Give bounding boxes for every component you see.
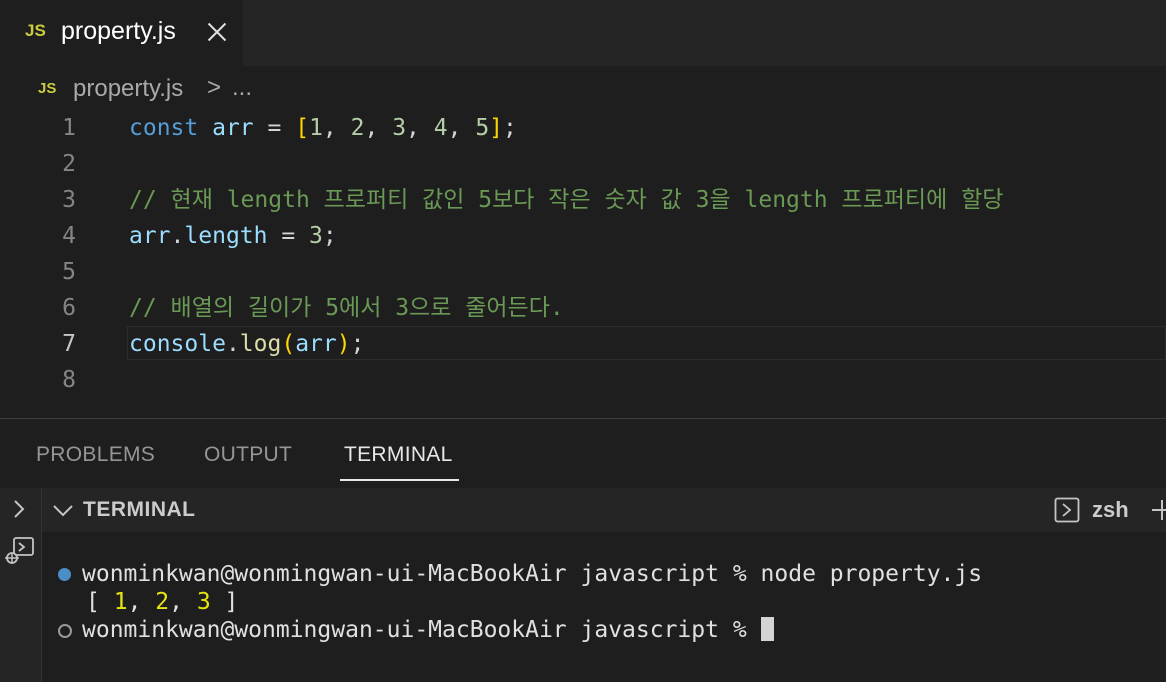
- editor-tab-bar: JS property.js: [0, 0, 1166, 66]
- terminal-cursor: [760, 617, 774, 641]
- terminal-command-line: wonminkwan@wonmingwan-ui-MacBookAir java…: [82, 560, 982, 588]
- code-line: 2: [0, 146, 1166, 182]
- active-tab-indicator: [340, 479, 459, 481]
- js-file-icon: JS: [25, 21, 46, 40]
- command-status-dot[interactable]: [58, 568, 71, 581]
- code-text[interactable]: const arr = [1, 2, 3, 4, 5];: [129, 110, 517, 146]
- terminal-output-line: [ 1, 2, 3 ]: [86, 589, 239, 615]
- command-status-dot-empty: [58, 624, 72, 638]
- chevron-right-icon[interactable]: [8, 498, 30, 520]
- code-line: 8: [0, 362, 1166, 398]
- line-number: 5: [62, 259, 76, 285]
- panel-side-bar: [0, 488, 42, 682]
- line-number: 2: [62, 151, 76, 177]
- tab-label: property.js: [61, 17, 176, 45]
- terminal-command: node property.js: [760, 561, 983, 587]
- code-line-active: 7 console.log(arr);: [0, 326, 1166, 362]
- code-comment[interactable]: // 현재 length 프로퍼티 값인 5보다 작은 숫자 값 3을 leng…: [129, 182, 1003, 218]
- line-number: 1: [62, 115, 76, 141]
- output-value: 2: [155, 589, 170, 615]
- breadcrumb-file[interactable]: property.js: [73, 75, 183, 103]
- terminal-header: TERMINAL zsh: [42, 488, 1166, 532]
- terminal-prompt: wonminkwan@wonmingwan-ui-MacBookAir java…: [82, 561, 747, 587]
- line-number: 3: [62, 187, 76, 213]
- close-icon[interactable]: [204, 19, 230, 45]
- terminal-prompt-line: wonminkwan@wonmingwan-ui-MacBookAir java…: [82, 616, 774, 644]
- terminal-prompt: wonminkwan@wonmingwan-ui-MacBookAir java…: [82, 617, 747, 643]
- panel-tab-bar: PROBLEMS OUTPUT TERMINAL: [0, 419, 1166, 487]
- output-value: 1: [113, 589, 128, 615]
- line-number: 6: [62, 295, 76, 321]
- code-line: 3 // 현재 length 프로퍼티 값인 5보다 작은 숫자 값 3을 le…: [0, 182, 1166, 218]
- tab-terminal[interactable]: TERMINAL: [344, 443, 453, 467]
- debug-icon[interactable]: [2, 536, 36, 566]
- chevron-right-icon: >: [207, 74, 222, 101]
- code-comment[interactable]: // 배열의 길이가 5에서 3으로 줄어든다.: [129, 290, 564, 326]
- code-line: 6 // 배열의 길이가 5에서 3으로 줄어든다.: [0, 290, 1166, 326]
- code-line: 1 const arr = [1, 2, 3, 4, 5];: [0, 110, 1166, 146]
- terminal-section-title: TERMINAL: [83, 498, 196, 521]
- output-value: 3: [196, 589, 211, 615]
- tab-problems[interactable]: PROBLEMS: [36, 443, 155, 467]
- terminal-output[interactable]: wonminkwan@wonmingwan-ui-MacBookAir java…: [42, 532, 1166, 682]
- code-editor[interactable]: 1 const arr = [1, 2, 3, 4, 5]; 2 3 // 현재…: [0, 110, 1166, 398]
- js-file-icon: JS: [38, 80, 57, 97]
- plus-icon[interactable]: [1150, 498, 1166, 522]
- code-text[interactable]: arr.length = 3;: [129, 218, 337, 254]
- code-line: 4 arr.length = 3;: [0, 218, 1166, 254]
- terminal-shell-icon[interactable]: [1054, 497, 1080, 523]
- line-number: 8: [62, 367, 76, 393]
- code-line: 5: [0, 254, 1166, 290]
- tab-output[interactable]: OUTPUT: [204, 443, 292, 467]
- breadcrumb: JS property.js > ...: [0, 70, 1166, 108]
- line-number: 7: [62, 331, 76, 357]
- tab-property-js[interactable]: JS property.js: [0, 0, 243, 66]
- chevron-down-icon[interactable]: [52, 501, 74, 519]
- line-number: 4: [62, 223, 76, 249]
- code-text[interactable]: console.log(arr);: [129, 326, 364, 362]
- shell-name[interactable]: zsh: [1092, 497, 1129, 523]
- breadcrumb-more[interactable]: ...: [232, 74, 252, 102]
